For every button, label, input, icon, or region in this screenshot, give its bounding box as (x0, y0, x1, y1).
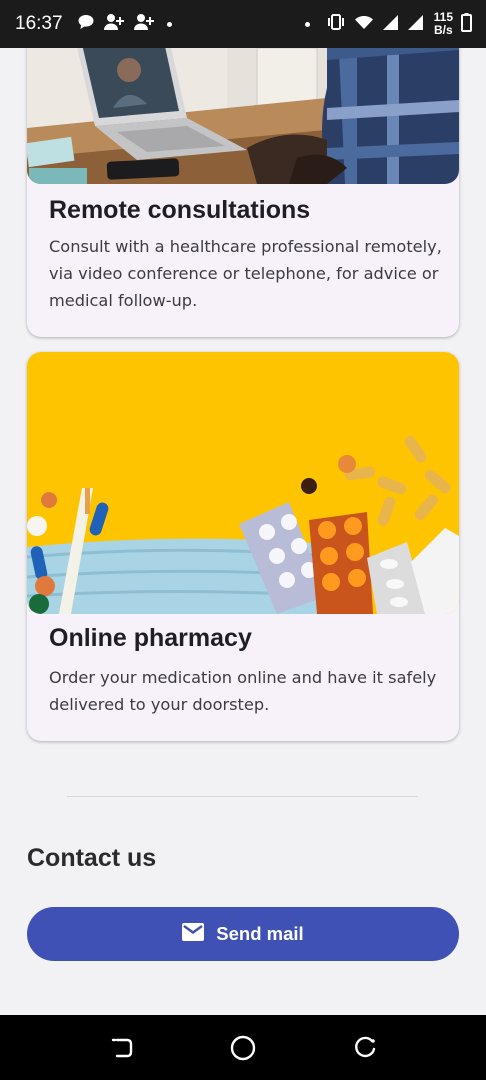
dot-icon (166, 21, 172, 27)
send-mail-button[interactable]: Send mail (27, 907, 459, 961)
network-speed-unit: B/s (433, 23, 453, 37)
dot-icon (304, 21, 310, 27)
system-icons: 115 B/s (304, 11, 472, 37)
status-bar: 16:37 115 B/s (0, 0, 486, 48)
mail-icon (182, 922, 205, 946)
send-mail-label: Send mail (216, 923, 304, 944)
card-description: Order your medication online and have it… (49, 668, 437, 714)
network-speed: 115 B/s (434, 11, 453, 37)
navigation-bar (0, 1015, 486, 1080)
status-time: 16:37 (15, 13, 63, 34)
battery-icon (461, 12, 472, 36)
signal-icon (382, 14, 399, 35)
pharmacy-image (27, 352, 459, 614)
wifi-icon (354, 13, 374, 35)
main-content[interactable]: Remote consultations Consult with a heal… (0, 48, 486, 1015)
notification-icons (77, 13, 172, 35)
video-call-illustration (27, 48, 459, 184)
card-title: Remote consultations (49, 196, 311, 224)
service-card-online-pharmacy[interactable]: Online pharmacy Order your medication on… (27, 352, 459, 741)
section-divider (67, 796, 418, 797)
contact-heading: Contact us (27, 844, 157, 872)
recents-icon[interactable] (107, 1033, 137, 1063)
vibrate-icon (326, 13, 346, 35)
service-card-remote-consultations[interactable]: Remote consultations Consult with a heal… (27, 48, 459, 337)
remote-consultation-image (27, 48, 459, 184)
chat-bubble-icon (77, 13, 95, 35)
home-icon[interactable] (228, 1033, 258, 1063)
card-description: Consult with a healthcare professional r… (49, 237, 442, 310)
back-icon[interactable] (350, 1033, 380, 1063)
signal-icon (407, 14, 424, 35)
medication-illustration (27, 352, 459, 614)
card-title: Online pharmacy (49, 624, 252, 652)
person-add-icon (103, 13, 125, 35)
person-add-icon (133, 13, 155, 35)
